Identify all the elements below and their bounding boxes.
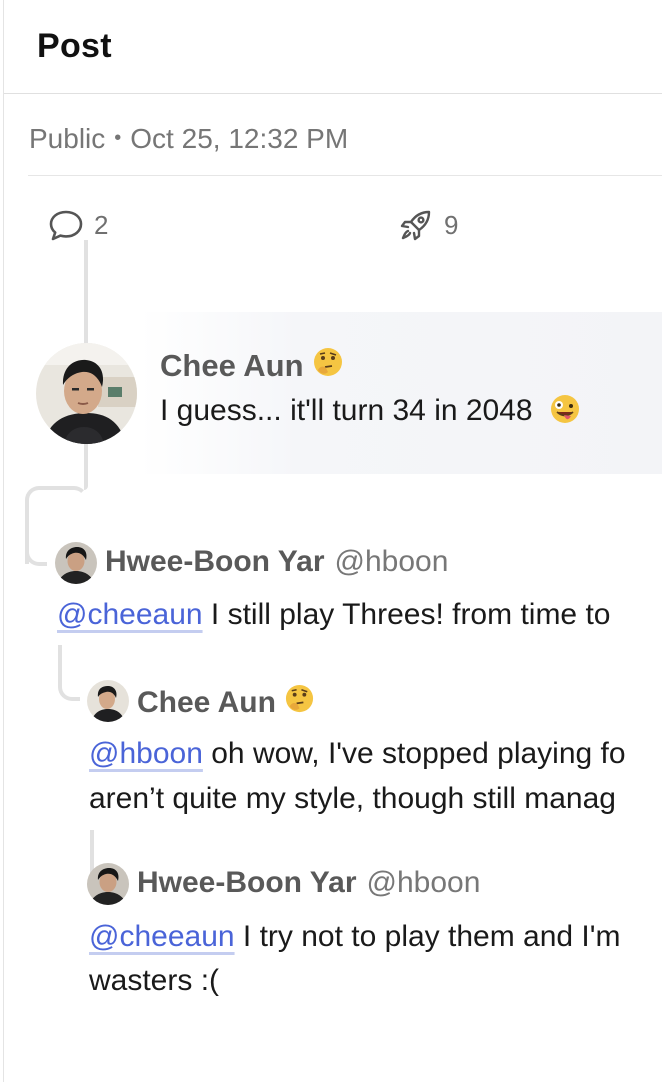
page-title: Post xyxy=(37,27,112,65)
reply-2-text-line-1: oh wow, I've stopped playing fo xyxy=(211,737,626,770)
reply-3-text-line-2: wasters :( xyxy=(89,964,220,997)
boosts-stat[interactable]: 9 xyxy=(398,205,458,245)
reply-3-content-line-2: wasters :( xyxy=(89,964,219,998)
meta-separator: • xyxy=(114,127,122,149)
thread-line-joint xyxy=(84,474,88,490)
reply-2-text-line-2: aren’t quite my style, though still mana… xyxy=(89,782,616,815)
rocket-icon xyxy=(398,207,434,243)
reply-2-mention-link[interactable]: @hboon xyxy=(89,737,203,770)
thinking-face-emoji xyxy=(284,683,315,722)
thread-line-branch-2 xyxy=(58,645,80,701)
reply-1-author-row: Hwee-Boon Yar @hboon xyxy=(105,545,448,579)
parent-post-content: I guess... it'll turn 34 in 2048 xyxy=(160,393,581,433)
replies-count: 2 xyxy=(94,209,109,240)
post-meta: Public • Oct 25, 12:32 PM xyxy=(29,123,348,155)
visibility-label: Public xyxy=(29,123,106,154)
reply-2-content-line-2: aren’t quite my style, though still mana… xyxy=(89,782,616,816)
thinking-face-emoji xyxy=(312,346,344,386)
boosts-count: 9 xyxy=(444,209,459,240)
avatar-reply-2[interactable] xyxy=(87,680,129,722)
avatar-reply-3[interactable] xyxy=(87,863,129,905)
reply-3-mention-link[interactable]: @cheeaun xyxy=(89,920,235,953)
speech-bubble-icon xyxy=(48,208,84,242)
reply-2-author-row: Chee Aun xyxy=(137,683,315,722)
reply-3-content-line-1: @cheeaun I try not to play them and I'm xyxy=(89,920,620,954)
replies-stat[interactable]: 2 xyxy=(48,205,108,245)
post-timestamp[interactable]: Oct 25, 12:32 PM xyxy=(130,123,348,154)
parent-author-name[interactable]: Chee Aun xyxy=(160,348,304,384)
reply-1-author-handle[interactable]: @hboon xyxy=(335,545,449,579)
reply-1-author-name[interactable]: Hwee-Boon Yar xyxy=(105,545,325,579)
zany-face-emoji xyxy=(549,393,581,433)
reply-2-author-name[interactable]: Chee Aun xyxy=(137,686,276,720)
reply-1-text: I still play Threes! from time to xyxy=(210,598,611,631)
reply-3-text-line-1: I try not to play them and I'm xyxy=(242,920,621,953)
reply-3-author-handle[interactable]: @hboon xyxy=(367,866,481,900)
reply-2-content-line-1: @hboon oh wow, I've stopped playing fo xyxy=(89,737,626,771)
column-divider xyxy=(3,0,4,1082)
post-header: Post xyxy=(4,0,662,94)
thread-line-top xyxy=(84,240,88,344)
parent-author-row: Chee Aun xyxy=(160,346,344,386)
parent-post-text: I guess... it'll turn 34 in 2048 xyxy=(160,394,533,427)
reply-3-author-row: Hwee-Boon Yar @hboon xyxy=(137,866,480,900)
reply-3-author-name[interactable]: Hwee-Boon Yar xyxy=(137,866,357,900)
meta-divider xyxy=(28,175,662,176)
reply-1-mention-link[interactable]: @cheeaun xyxy=(57,598,203,631)
avatar-parent[interactable] xyxy=(36,343,137,444)
avatar-reply-1[interactable] xyxy=(55,542,97,584)
reply-1-content: @cheeaun I still play Threes! from time … xyxy=(57,598,610,632)
